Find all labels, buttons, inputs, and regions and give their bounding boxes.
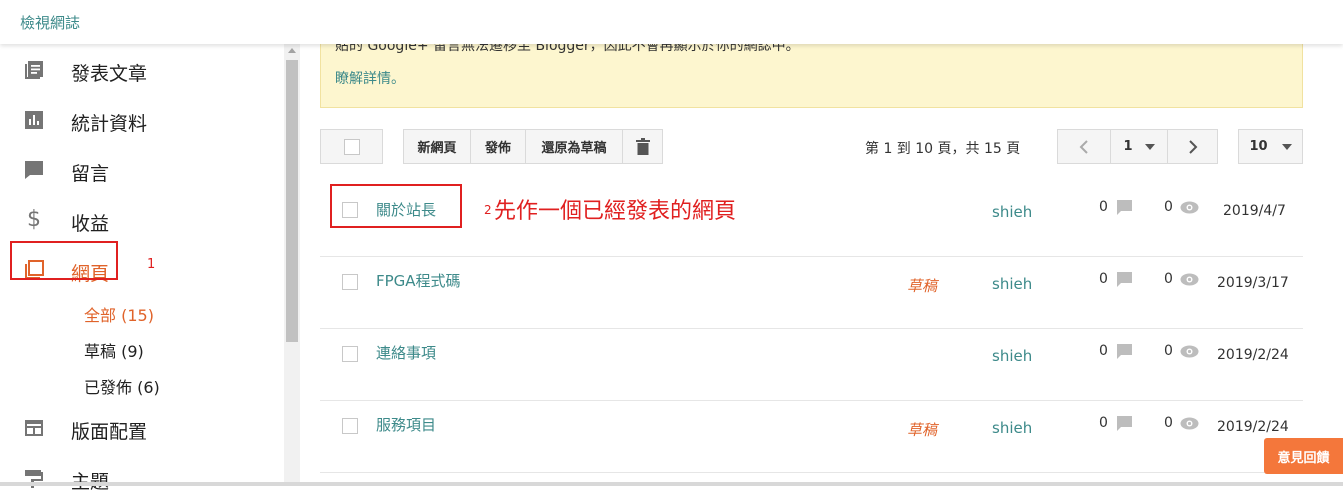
author-link[interactable]: shieh (992, 347, 1032, 365)
sidebar-scrollbar[interactable] (284, 44, 300, 486)
annotation-step1: 1 (147, 257, 156, 272)
main-content: 貼的 Google+ 留言無法遷移至 Blogger，因此不會再顯示於你的網誌中… (300, 34, 1343, 486)
page-title-link[interactable]: 連絡事項 (376, 342, 436, 363)
comment-icon (1117, 416, 1132, 431)
view-count: 0 (1164, 343, 1173, 359)
layout-icon (25, 420, 43, 436)
comment-icon (1117, 344, 1132, 359)
page-select[interactable]: 1 (1110, 129, 1168, 164)
view-count: 0 (1164, 271, 1173, 287)
sidebar-subitem-all[interactable]: 全部 (15) (84, 302, 154, 326)
eye-icon (1180, 417, 1199, 430)
posts-icon (25, 61, 43, 79)
comments-icon (25, 161, 43, 179)
chevron-right-icon (1188, 139, 1197, 154)
comment-icon (1117, 272, 1132, 287)
page-title-link[interactable]: FPGA程式碼 (376, 270, 461, 291)
scroll-up-arrow-icon[interactable] (288, 48, 296, 53)
view-count: 0 (1164, 415, 1173, 431)
eye-icon (1180, 273, 1199, 286)
author-link[interactable]: shieh (992, 419, 1032, 437)
date-label: 2019/2/24 (1217, 419, 1289, 435)
table-row[interactable]: 關於站長 shieh 0 0 2019/4/7 (320, 185, 1303, 257)
sidebar-item-posts[interactable]: 發表文章 (0, 50, 284, 90)
select-all-checkbox-button[interactable] (320, 129, 383, 164)
status-badge: 草稿 (907, 277, 938, 295)
top-bar: 檢視網誌 (0, 0, 1343, 44)
bottom-edge (0, 482, 1343, 486)
chevron-left-icon (1079, 139, 1088, 154)
status-badge: 草稿 (907, 421, 938, 439)
comment-count: 0 (1099, 199, 1108, 215)
sidebar-item-label: 主題 (71, 467, 109, 494)
table-row[interactable]: 連絡事項 shieh 0 0 2019/2/24 (320, 329, 1303, 401)
eye-icon (1180, 201, 1199, 214)
annotation-box-row (330, 184, 462, 228)
table-row[interactable]: FPGA程式碼 草稿 shieh 0 0 2019/3/17 (320, 257, 1303, 329)
sidebar-subitem-published[interactable]: 已發佈 (6) (84, 374, 160, 398)
sidebar-item-theme[interactable]: 主題 (0, 458, 284, 498)
date-label: 2019/3/17 (1217, 275, 1289, 291)
earnings-icon: $ (27, 207, 41, 232)
next-page-button[interactable] (1167, 129, 1218, 164)
row-checkbox[interactable] (342, 274, 358, 290)
annotation-step2-number: 2 (484, 203, 492, 217)
learn-more-link[interactable]: 瞭解詳情。 (335, 68, 405, 88)
notice-banner: 貼的 Google+ 留言無法遷移至 Blogger，因此不會再顯示於你的網誌中… (320, 34, 1303, 108)
comment-count: 0 (1099, 343, 1108, 359)
page-size-select[interactable]: 10 (1238, 129, 1303, 164)
publish-button[interactable]: 發佈 (470, 129, 526, 164)
author-link[interactable]: shieh (992, 203, 1032, 221)
date-label: 2019/2/24 (1217, 347, 1289, 363)
sidebar-item-label: 版面配置 (71, 421, 148, 443)
sidebar-item-label: 收益 (71, 213, 110, 235)
sidebar-item-label: 統計資料 (71, 113, 148, 135)
page-title-link[interactable]: 服務項目 (376, 414, 436, 435)
sidebar-subitem-drafts[interactable]: 草稿 (9) (84, 338, 144, 362)
delete-button[interactable] (622, 129, 663, 164)
feedback-button[interactable]: 意見回饋 (1264, 438, 1343, 474)
annotation-step2-text: 先作一個已經發表的網頁 (494, 199, 737, 224)
chevron-down-icon (1281, 143, 1292, 150)
comment-icon (1117, 200, 1132, 215)
scrollbar-thumb[interactable] (286, 60, 298, 342)
sidebar-item-earnings[interactable]: $ 收益 (0, 200, 284, 240)
chevron-down-icon (1144, 143, 1155, 150)
eye-icon (1180, 345, 1199, 358)
select-all-checkbox[interactable] (343, 138, 360, 155)
sidebar-item-label: 留言 (71, 163, 110, 185)
comment-count: 0 (1099, 415, 1108, 431)
trash-icon (635, 138, 650, 155)
date-label: 2019/4/7 (1223, 203, 1286, 219)
author-link[interactable]: shieh (992, 275, 1032, 293)
new-page-button[interactable]: 新網頁 (403, 129, 471, 164)
row-checkbox[interactable] (342, 418, 358, 434)
theme-icon (25, 470, 43, 488)
annotation-box-pages (10, 241, 118, 280)
table-row[interactable]: 服務項目 草稿 shieh 0 0 2019/2/24 (320, 401, 1303, 473)
sidebar-item-label: 發表文章 (71, 63, 148, 85)
view-count: 0 (1164, 199, 1173, 215)
sidebar-item-comments[interactable]: 留言 (0, 150, 284, 190)
current-page-value: 1 (1123, 139, 1133, 154)
revert-to-draft-button[interactable]: 還原為草稿 (525, 129, 623, 164)
view-blog-link[interactable]: 檢視網誌 (20, 12, 80, 33)
prev-page-button[interactable] (1057, 129, 1111, 164)
comment-count: 0 (1099, 271, 1108, 287)
row-checkbox[interactable] (342, 346, 358, 362)
sidebar-item-layout[interactable]: 版面配置 (0, 408, 284, 448)
sidebar-item-stats[interactable]: 統計資料 (0, 100, 284, 140)
page-size-value: 10 (1249, 139, 1268, 154)
stats-icon (25, 111, 43, 129)
pagination-range: 第 1 到 10 頁，共 15 頁 (865, 141, 1021, 157)
